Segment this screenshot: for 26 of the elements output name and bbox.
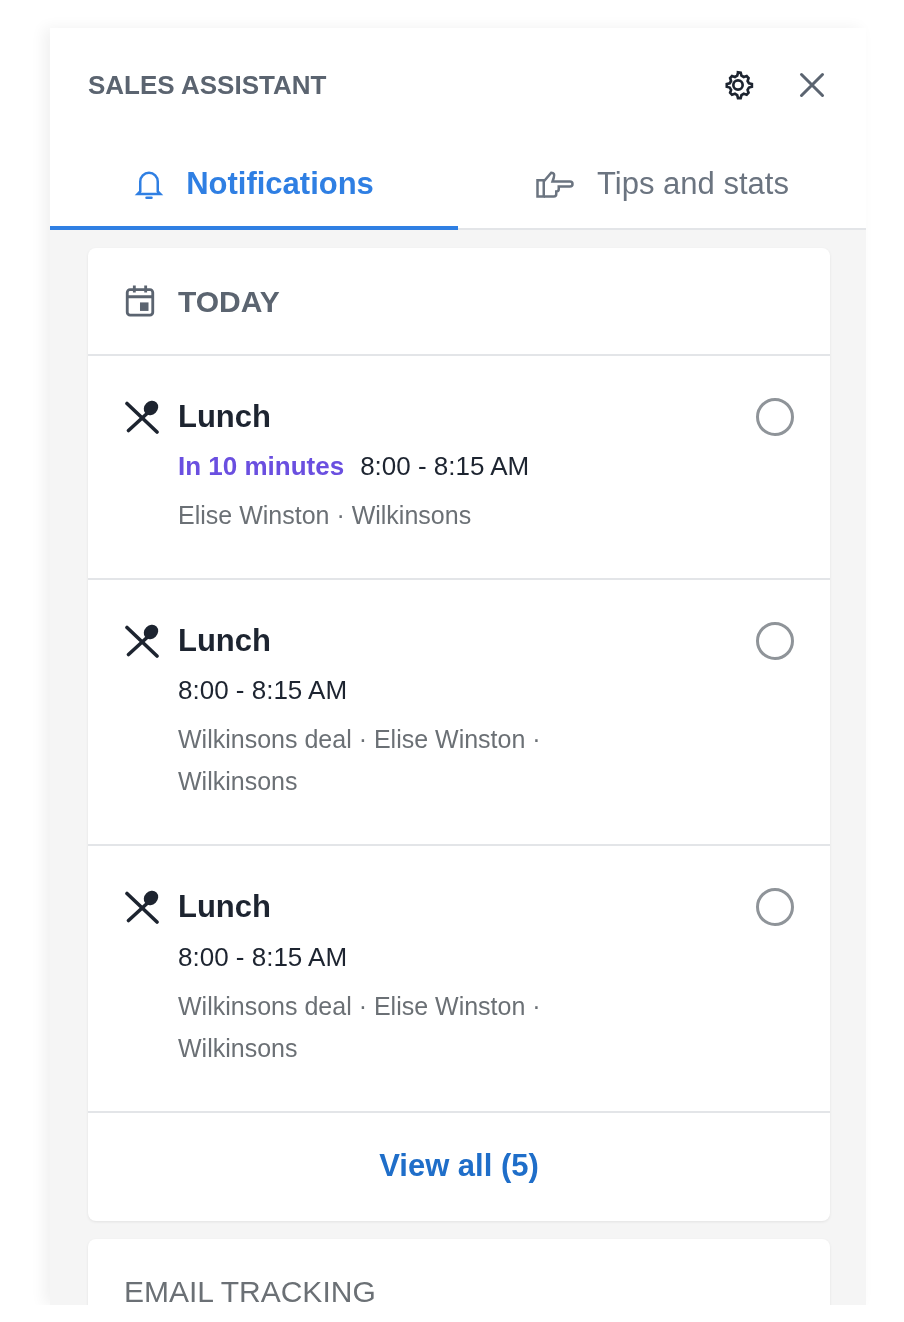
event-title: Lunch: [178, 888, 272, 926]
event-time: 8:00 - 8:15 AM: [360, 450, 530, 484]
section-heading: TODAY: [178, 283, 280, 320]
event-time: 8:00 - 8:15 AM: [178, 674, 348, 708]
fork-and-spoon-icon: [124, 624, 160, 659]
event-details: Wilkinsons deal · Elise Winston · Wilkinsons: [178, 990, 542, 1064]
event-time: 8:00 - 8:15 AM: [178, 940, 348, 974]
due-label: In 10 minutes: [178, 450, 345, 484]
view-all-link[interactable]: View all (5): [88, 1110, 830, 1221]
calendar-icon: [124, 284, 156, 318]
event-title: Lunch: [178, 622, 272, 660]
section-heading: EMAIL TRACKING: [123, 1273, 377, 1305]
complete-checkbox[interactable]: [756, 622, 794, 661]
event-title: Lunch: [178, 398, 272, 436]
settings-icon[interactable]: [722, 69, 754, 101]
complete-checkbox[interactable]: [756, 398, 794, 436]
fork-and-spoon-icon: [124, 890, 160, 925]
close-icon[interactable]: [798, 71, 826, 99]
event-details: Elise Winston · Wilkinsons: [178, 500, 473, 532]
pointing-hand-icon: [535, 169, 576, 199]
panel-title: SALES ASSISTANT: [87, 68, 327, 102]
tab[interactable]: Tips and stats: [458, 142, 866, 230]
complete-checkbox[interactable]: [756, 888, 794, 927]
tab[interactable]: Notifications: [50, 142, 458, 230]
event-details: Wilkinsons deal · Elise Winston · Wilkinsons: [178, 724, 542, 798]
fork-and-spoon-icon: [124, 400, 160, 434]
